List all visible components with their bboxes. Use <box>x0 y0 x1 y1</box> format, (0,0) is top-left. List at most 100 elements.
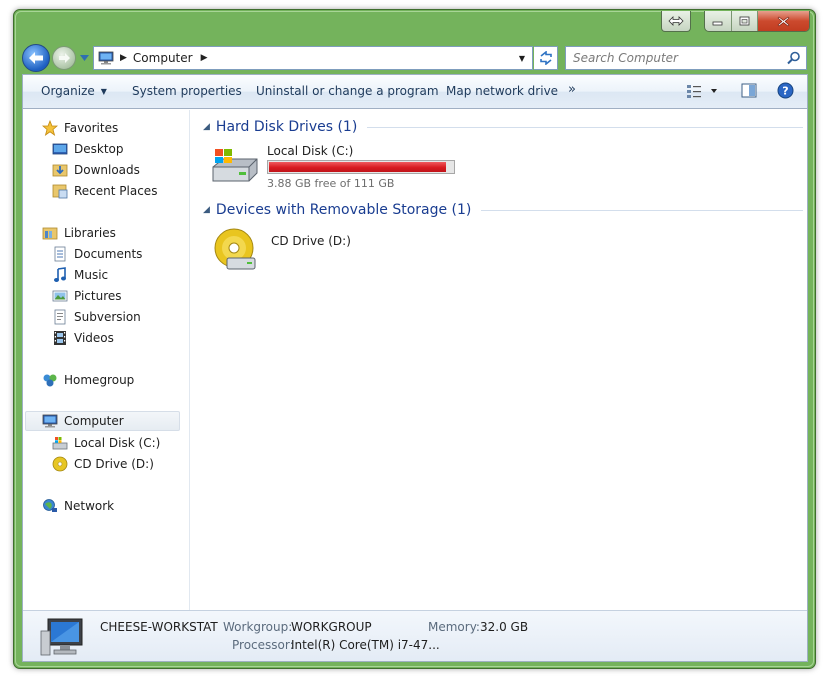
minimize-button[interactable] <box>705 11 732 31</box>
workgroup-label: Workgroup: <box>223 620 293 634</box>
drive-tile-local-disk[interactable]: Local Disk (C:) 3.88 GB free of 111 GB <box>209 144 455 190</box>
drive-usage-bar <box>267 160 455 174</box>
drive-free-space: 3.88 GB free of 111 GB <box>267 177 395 190</box>
close-button[interactable] <box>758 11 809 31</box>
sidebar-item-label: Documents <box>74 247 143 261</box>
refresh-button[interactable] <box>534 46 558 70</box>
sidebar-item-computer[interactable]: Computer <box>25 411 180 431</box>
svg-text:?: ? <box>782 85 788 98</box>
breadcrumb-computer[interactable]: Computer <box>133 51 193 65</box>
window-controls <box>704 11 810 32</box>
sidebar-item-label: Recent Places <box>74 184 158 198</box>
drive-tile-cd-drive[interactable]: CD Drive (D:) <box>213 228 351 274</box>
homegroup-icon <box>42 372 58 388</box>
sidebar-item-documents[interactable]: Documents <box>23 244 142 264</box>
processor-label: Processor: <box>232 638 294 652</box>
sidebar-item-favorites[interactable]: Favorites <box>23 118 118 138</box>
sidebar-item-network[interactable]: Network <box>23 496 114 516</box>
star-icon <box>42 120 58 136</box>
recent-pages-dropdown[interactable] <box>79 53 89 63</box>
sidebar-item-desktop[interactable]: Desktop <box>23 139 124 159</box>
sidebar-item-label: Pictures <box>74 289 122 303</box>
sidebar-item-recent-places[interactable]: Recent Places <box>23 181 157 201</box>
refresh-icon <box>539 51 552 65</box>
change-view-button[interactable] <box>686 83 720 102</box>
address-dropdown-button[interactable]: ▼ <box>514 49 530 67</box>
more-commands-button[interactable]: » <box>568 82 576 97</box>
network-icon <box>42 498 58 514</box>
group-divider <box>481 209 803 211</box>
sidebar-item-downloads[interactable]: Downloads <box>23 160 140 180</box>
explorer-window: ▶ Computer ▶ ▼ Organize ▼ System properti… <box>13 9 816 669</box>
search-input[interactable] <box>573 51 783 65</box>
group-title: Devices with Removable Storage (1) <box>215 202 472 218</box>
sidebar-item-local-disk[interactable]: Local Disk (C:) <box>23 433 160 453</box>
address-bar[interactable]: ▶ Computer ▶ ▼ <box>93 46 533 70</box>
snap-button[interactable] <box>661 11 691 32</box>
sidebar-item-label: Network <box>64 499 115 513</box>
explorer-content: Organize ▼ System properties Uninstall or… <box>22 74 808 662</box>
group-header-hard-disks[interactable]: ◢ Hard Disk Drives (1) <box>203 119 803 135</box>
forward-arrow-icon <box>58 53 70 63</box>
organize-menu[interactable]: Organize ▼ <box>41 84 107 98</box>
sidebar-item-music[interactable]: Music <box>23 265 108 285</box>
navigation-bar: ▶ Computer ▶ ▼ <box>20 43 810 73</box>
cd-drive-icon <box>52 456 68 472</box>
back-button[interactable] <box>22 44 50 72</box>
subversion-library-icon <box>52 309 68 325</box>
back-arrow-icon <box>29 52 43 64</box>
hard-drive-icon <box>212 149 258 182</box>
system-properties-button[interactable]: System properties <box>132 84 242 98</box>
video-film-icon <box>52 330 68 346</box>
navigation-pane: Favorites Desktop Downloads Recent Place… <box>23 110 190 610</box>
help-button[interactable]: ? <box>777 82 794 102</box>
sidebar-item-label: Subversion <box>74 310 141 324</box>
computer-icon <box>98 51 114 65</box>
collapse-chevron-icon[interactable]: ◢ <box>203 122 210 132</box>
details-pane: CHEESE-WORKSTAT Workgroup: WORKGROUP Mem… <box>23 610 807 661</box>
drive-usage-fill <box>269 162 447 172</box>
file-list-pane: ◢ Hard Disk Drives (1) Local Disk (C:) 3… <box>191 110 807 610</box>
recent-places-icon <box>52 183 68 199</box>
drive-name: CD Drive (D:) <box>271 234 351 248</box>
close-icon <box>777 16 790 26</box>
sidebar-item-label: Downloads <box>74 163 140 177</box>
sidebar-item-pictures[interactable]: Pictures <box>23 286 122 306</box>
maximize-button[interactable] <box>731 11 758 31</box>
sidebar-item-label: Videos <box>74 331 114 345</box>
group-header-removable[interactable]: ◢ Devices with Removable Storage (1) <box>203 202 803 218</box>
drive-name: Local Disk (C:) <box>267 144 354 158</box>
sidebar-item-subversion[interactable]: Subversion <box>23 307 141 327</box>
memory-label: Memory: <box>428 620 480 634</box>
sidebar-item-label: Homegroup <box>64 373 135 387</box>
sidebar-item-label: Music <box>74 268 109 282</box>
search-box[interactable] <box>565 46 807 70</box>
hard-drive-icon <box>52 435 68 451</box>
computer-icon <box>42 413 58 429</box>
map-network-drive-button[interactable]: Map network drive <box>446 84 558 98</box>
breadcrumb-separator-icon[interactable]: ▶ <box>201 53 208 63</box>
music-note-icon <box>52 267 68 283</box>
help-icon: ? <box>777 82 794 99</box>
pictures-icon <box>52 288 68 304</box>
restore-icon <box>739 16 750 26</box>
sidebar-item-label: CD Drive (D:) <box>74 457 154 471</box>
forward-button[interactable] <box>52 46 76 70</box>
sidebar-item-label: Libraries <box>64 226 116 240</box>
sidebar-item-videos[interactable]: Videos <box>23 328 114 348</box>
processor-value: Intel(R) Core(TM) i7-47... <box>291 638 440 652</box>
uninstall-program-button[interactable]: Uninstall or change a program <box>256 84 439 98</box>
sidebar-item-homegroup[interactable]: Homegroup <box>23 370 134 390</box>
sidebar-item-cd-drive[interactable]: CD Drive (D:) <box>23 454 154 474</box>
breadcrumb-separator-icon[interactable]: ▶ <box>120 53 127 63</box>
group-title: Hard Disk Drives (1) <box>215 119 358 135</box>
sidebar-item-libraries[interactable]: Libraries <box>23 223 116 243</box>
view-options-icon <box>687 85 717 98</box>
libraries-icon <box>42 225 58 241</box>
preview-pane-button[interactable] <box>741 83 757 101</box>
cd-drive-icon <box>214 228 256 270</box>
collapse-chevron-icon[interactable]: ◢ <box>203 205 210 215</box>
search-icon[interactable] <box>787 51 801 65</box>
resize-arrows-icon <box>668 16 684 26</box>
sidebar-item-label: Favorites <box>64 121 119 135</box>
